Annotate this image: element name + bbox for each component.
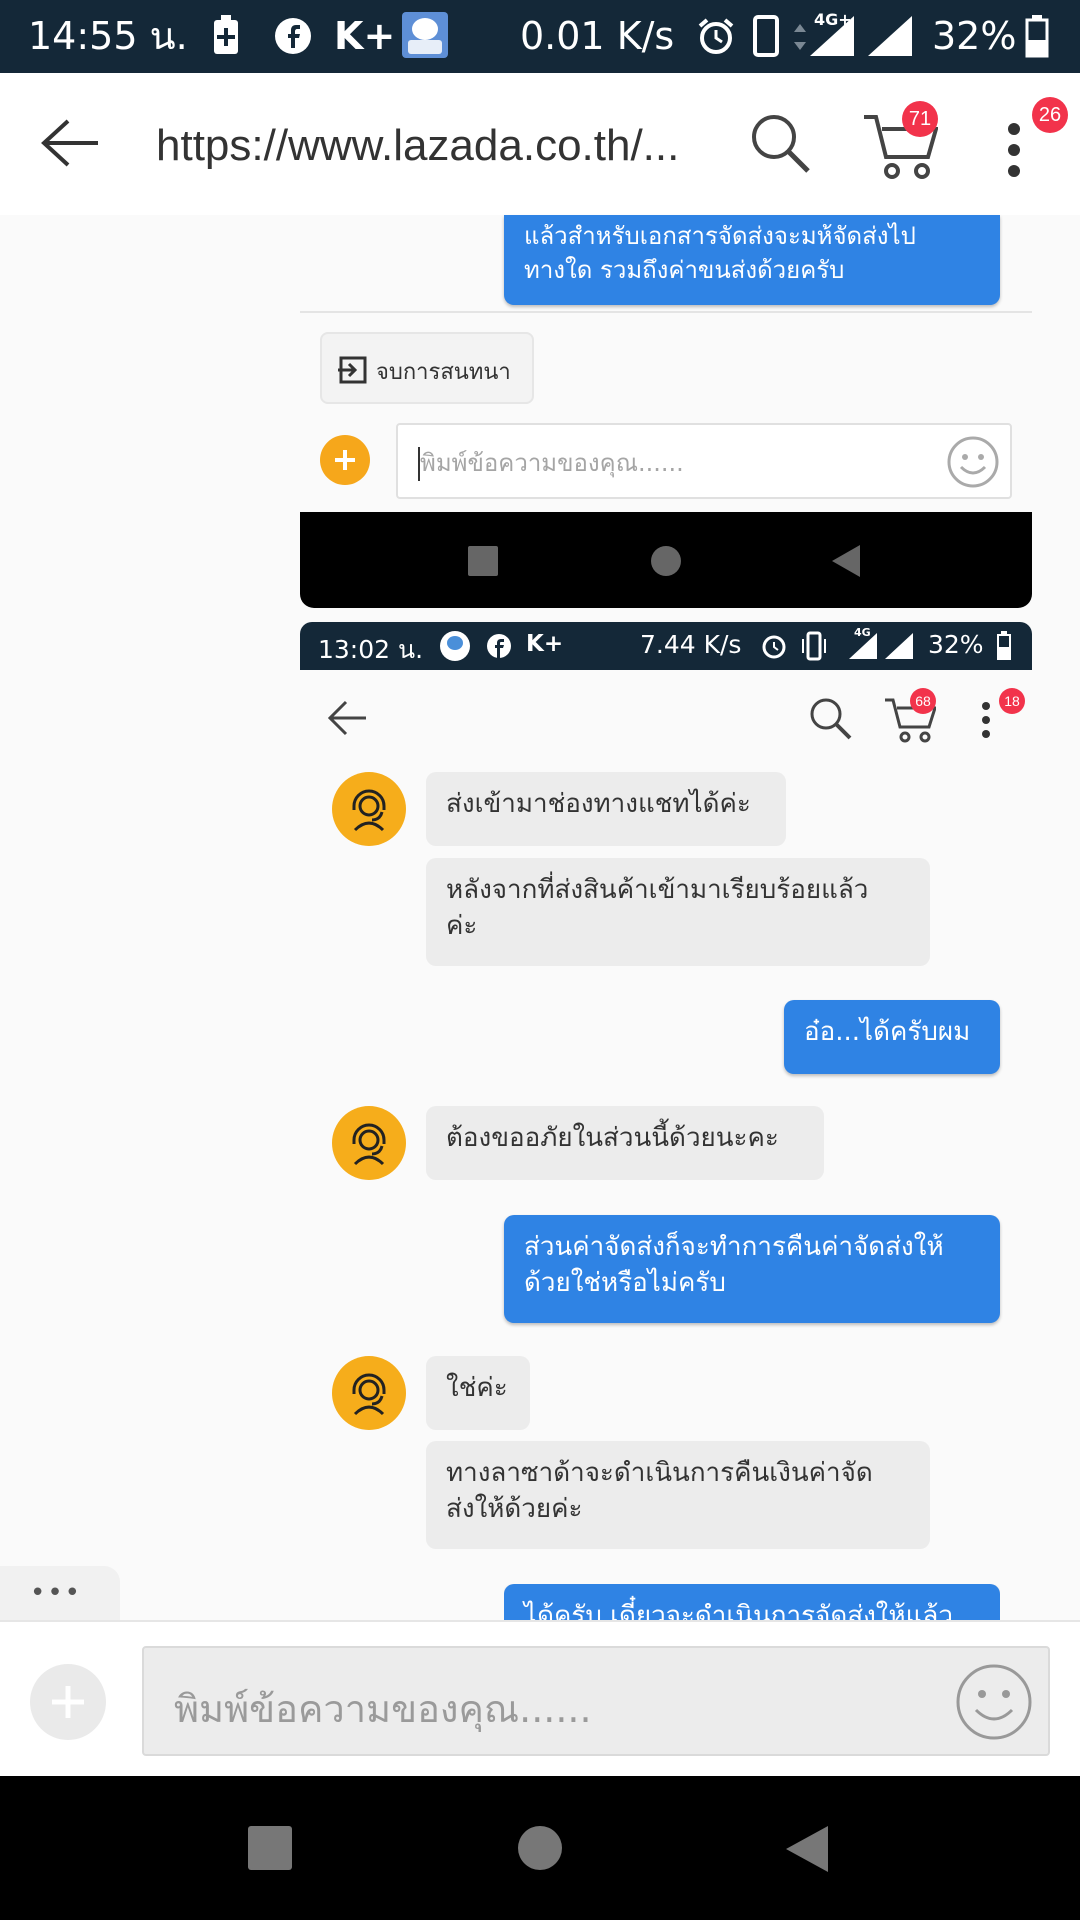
signal-icon-2 [868,16,912,56]
home-icon[interactable] [518,1826,562,1870]
embedded-battery-icon [997,631,1011,660]
chat-bubble-out: ส่วนค่าจัดส่งก็จะทำการคืนค่าจัดส่งให้ ด้… [504,1215,1000,1323]
more-menu-icon[interactable] [1002,119,1026,181]
embedded-k-plus: K+ [526,631,564,657]
back-triangle-icon[interactable] [784,1824,830,1874]
data-arrows-icon [794,24,806,50]
message-placeholder: พิมพ์ข้อความของคุณ...... [174,1687,592,1731]
url-text[interactable]: https://www.lazada.co.th/... [156,119,696,173]
battery-saver-icon [214,15,238,54]
phone-icon [753,15,779,57]
message-input-small[interactable]: พิมพ์ข้อความของคุณ...... [396,423,1012,499]
embedded-app-icon [440,631,470,661]
embedded-back-arrow-icon [328,700,366,736]
chat-bubble-in: ใช่ค่ะ [426,1356,530,1430]
embedded-menu-badge: 18 [999,688,1025,714]
status-bar: 14:55 น. K+ 0.01 K/s 4G+ 32% [0,0,1080,73]
recent-apps-icon[interactable] [248,1826,292,1870]
app-notification-icon [402,12,448,58]
embedded-facebook-icon [487,634,511,658]
signal-icon-1 [810,16,854,56]
embedded-battery-percent: 32% [928,630,984,659]
agent-avatar [332,1106,406,1180]
chat-bubble-in: ส่งเข้ามาช่องทางแชทได้ค่ะ [426,772,786,846]
search-icon[interactable] [748,111,812,175]
embedded-navbar [300,512,1032,608]
chat-bubble-in: ทางลาซาด้าจะดำเนินการคืนเงินค่าจัด ส่งให… [426,1441,930,1549]
network-speed: 0.01 K/s [520,14,675,58]
message-placeholder-small: พิมพ์ข้อความของคุณ...... [420,449,684,477]
plus-icon [335,450,355,470]
embedded-signal-icon-2 [885,633,913,659]
message-input[interactable]: พิมพ์ข้อความของคุณ...... [142,1646,1050,1756]
agent-avatar [332,1356,406,1430]
embedded-cart-badge: 68 [910,688,936,714]
home-icon-small [651,546,681,576]
battery-icon [1025,15,1049,58]
status-time: 14:55 น. [28,14,188,58]
plus-icon [52,1686,84,1718]
emoji-icon-small[interactable] [946,435,1000,489]
more-options-button[interactable]: ••• [0,1566,120,1622]
chat-bubble-in: หลังจากที่ส่งสินค้าเข้ามาเรียบร้อยแล้ว ค… [426,858,930,966]
emoji-icon[interactable] [954,1662,1034,1742]
embedded-vibrate-icon [802,631,826,661]
battery-percent: 32% [932,14,1017,58]
end-chat-button[interactable]: จบการสนทนา [320,332,534,404]
facebook-icon [275,18,311,54]
system-navbar [0,1776,1080,1920]
chat-bubble-in: ต้องขออภัยในส่วนนี้ด้วยนะคะ [426,1106,824,1180]
more-dots-icon: ••• [30,1578,83,1608]
embedded-more-icon [982,702,990,738]
embedded-search-icon [810,698,852,740]
divider [300,311,1032,313]
chat-bubble-out: อ๋อ...ได้ครับผม [784,1000,1000,1074]
cart-badge: 71 [902,101,938,137]
chat-bubble-out: ได้ครับ เดี๋ยวจะดำเนินการจัดส่งให้แล้ว [504,1584,1000,1620]
end-chat-label: จบการสนทนา [376,360,511,385]
recent-apps-icon-small [468,546,498,576]
headset-icon [352,789,386,832]
add-attachment-button-small[interactable] [320,435,370,485]
browser-toolbar: https://www.lazada.co.th/... 71 26 [0,73,1080,215]
back-triangle-icon-small [832,545,860,577]
menu-badge: 26 [1032,97,1068,133]
add-attachment-button[interactable] [30,1664,106,1740]
alarm-icon [698,18,734,54]
chat-bubble-out-clip: ได้ครับ เดี๋ยวจะดำเนินการจัดส่งให้แล้ว [504,1584,1000,1620]
embedded-network-speed: 7.44 K/s [640,630,742,659]
embedded-alarm-icon [762,635,786,659]
chat-bubble-out-previous: แล้วสำหรับเอกสารจัดส่งจะมห้จัดส่งไป ทางใ… [504,215,1000,305]
exit-icon [338,356,367,384]
headset-icon [352,1123,386,1166]
headset-icon [352,1373,386,1416]
message-input-bar: พิมพ์ข้อความของคุณ...... [0,1620,1080,1776]
embedded-signal-icon-1 [849,633,877,659]
back-arrow-icon[interactable] [40,117,100,169]
agent-avatar [332,772,406,846]
k-plus-icon: K+ [334,14,396,58]
embedded-status-time: 13:02 น. [318,635,424,664]
embedded-status-bar: 13:02 น. K+ 7.44 K/s 4G 32% [300,622,1032,670]
